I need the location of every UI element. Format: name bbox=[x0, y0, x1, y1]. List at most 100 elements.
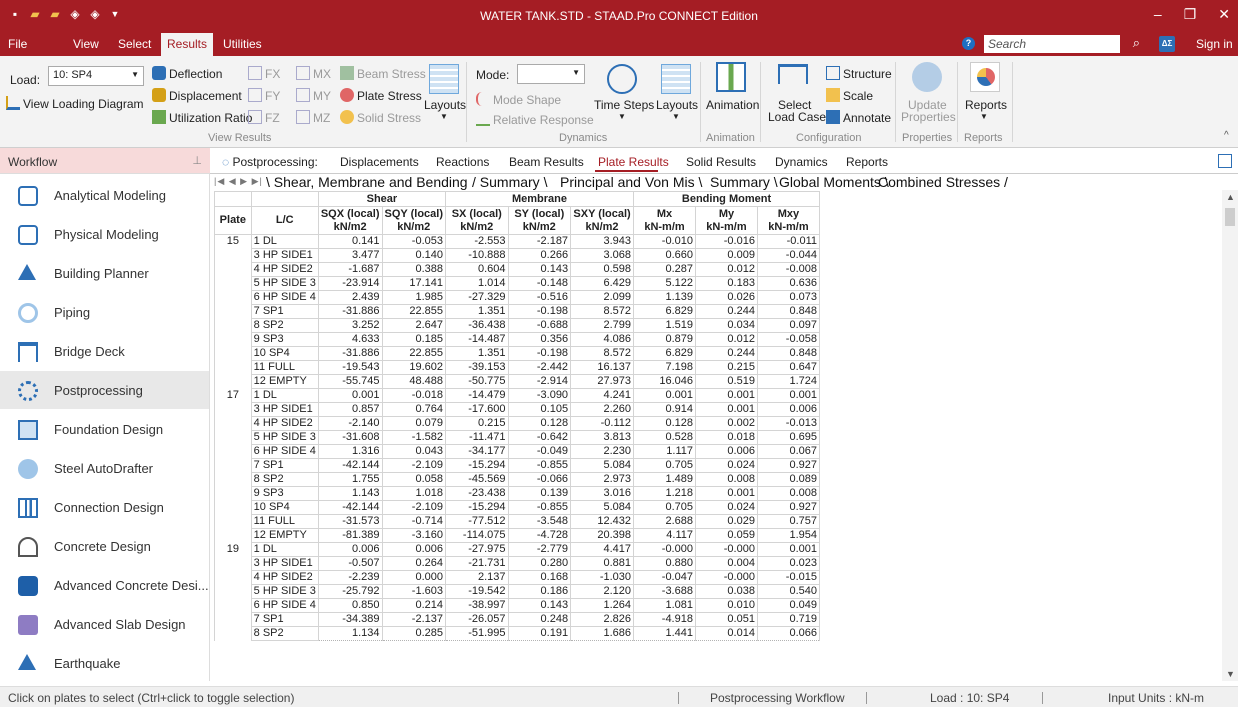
search-icon[interactable]: ⌕ bbox=[1133, 35, 1140, 51]
cell-value[interactable]: 0.168 bbox=[507, 570, 572, 585]
cell-plate[interactable] bbox=[214, 472, 252, 487]
cell-value[interactable]: 2.973 bbox=[570, 472, 635, 487]
cell-value[interactable]: 20.398 bbox=[570, 528, 635, 543]
tab-reactions[interactable]: Reactions bbox=[436, 155, 489, 169]
cell-plate[interactable] bbox=[214, 500, 252, 515]
cell-value[interactable]: -42.144 bbox=[317, 500, 383, 515]
pin-icon[interactable]: ⊥ bbox=[192, 154, 202, 167]
cell-value[interactable]: 0.000 bbox=[381, 570, 447, 585]
cell-value[interactable]: 0.528 bbox=[633, 430, 696, 445]
cell-value[interactable]: -0.855 bbox=[507, 500, 572, 515]
tab-dynamics[interactable]: Dynamics bbox=[775, 155, 828, 169]
cell-load-case[interactable]: 10 SP4 bbox=[250, 346, 319, 361]
cell-value[interactable]: -34.389 bbox=[317, 612, 383, 627]
cell-load-case[interactable]: 7 SP1 bbox=[250, 304, 319, 319]
table-row[interactable]: 15 1 DL 0.141 -0.053 -2.553 -2.187 3.943 -0.010… bbox=[214, 234, 821, 249]
cell-value[interactable]: 0.705 bbox=[633, 500, 696, 515]
search-input[interactable]: Search ⌕ bbox=[984, 35, 1140, 53]
cell-plate[interactable] bbox=[214, 402, 252, 417]
table-row[interactable]: 10 SP4 -42.144 -2.109 -15.294 -0.855 5.084 0.7… bbox=[214, 500, 821, 515]
cell-value[interactable]: 12.432 bbox=[570, 514, 635, 529]
cell-value[interactable]: 0.880 bbox=[633, 556, 696, 571]
cell-value[interactable]: 0.067 bbox=[756, 444, 821, 459]
cell-value[interactable]: 1.755 bbox=[317, 472, 383, 487]
cell-value[interactable]: 16.137 bbox=[570, 360, 635, 375]
cell-value[interactable]: -45.569 bbox=[445, 472, 509, 487]
table-row[interactable]: 4 HP SIDE2 -2.140 0.079 0.215 0.128 -0.112 0.1… bbox=[214, 416, 821, 431]
cell-value[interactable]: -4.918 bbox=[633, 612, 696, 627]
table-row[interactable]: 7 SP1 -34.389 -2.137 -26.057 0.248 2.826 -4.91… bbox=[214, 612, 821, 627]
view-loading-diagram-button[interactable]: View Loading Diagram bbox=[6, 96, 144, 111]
cell-value[interactable]: 0.128 bbox=[507, 416, 572, 431]
cell-plate[interactable] bbox=[214, 318, 252, 333]
cell-value[interactable]: 1.519 bbox=[633, 318, 696, 333]
cell-value[interactable]: -11.471 bbox=[445, 430, 509, 445]
cell-value[interactable]: -27.975 bbox=[445, 542, 509, 557]
reports-icon[interactable] bbox=[970, 62, 1000, 92]
cell-value[interactable]: 0.006 bbox=[381, 542, 447, 557]
update-properties-icon[interactable] bbox=[912, 62, 942, 92]
cell-value[interactable]: 0.248 bbox=[507, 612, 572, 627]
cell-value[interactable]: -25.792 bbox=[317, 584, 383, 599]
cell-load-case[interactable]: 12 EMPTY bbox=[250, 528, 319, 543]
load-combo[interactable]: 10: SP4 ▼ bbox=[48, 66, 144, 86]
cell-value[interactable]: -3.090 bbox=[507, 388, 572, 403]
cell-plate[interactable] bbox=[214, 458, 252, 473]
cell-value[interactable]: -2.109 bbox=[381, 458, 447, 473]
layouts-dropdown-icon[interactable]: ▼ bbox=[440, 112, 448, 121]
cell-value[interactable]: -1.687 bbox=[317, 262, 383, 277]
cell-value[interactable]: 0.002 bbox=[694, 416, 758, 431]
cell-value[interactable]: 3.813 bbox=[570, 430, 635, 445]
cell-value[interactable]: 0.857 bbox=[317, 402, 383, 417]
cell-value[interactable]: -0.000 bbox=[694, 542, 758, 557]
cell-value[interactable]: -2.553 bbox=[445, 234, 509, 249]
table-row[interactable]: 3 HP SIDE1 -0.507 0.264 -21.731 0.280 0.881 0.… bbox=[214, 556, 821, 571]
sheet-nav-arrows-icon[interactable]: |◀ ◀ ▶ ▶| bbox=[214, 176, 263, 187]
mode-combo[interactable]: ▼ bbox=[517, 64, 585, 84]
workflow-item-bridge-deck[interactable]: Bridge Deck bbox=[0, 332, 209, 370]
sheet-tab-summary[interactable]: / Summary \ bbox=[472, 174, 547, 190]
cell-value[interactable]: -1.603 bbox=[381, 584, 447, 599]
cell-value[interactable]: -3.548 bbox=[507, 514, 572, 529]
cell-load-case[interactable]: 11 FULL bbox=[250, 514, 319, 529]
cell-value[interactable]: 0.058 bbox=[381, 472, 447, 487]
cell-plate[interactable]: 19 bbox=[214, 542, 252, 557]
tab-select[interactable]: Select bbox=[118, 37, 151, 51]
cell-plate[interactable] bbox=[214, 290, 252, 305]
table-row[interactable]: 11 FULL -31.573 -0.714 -77.512 -3.548 12.432 2… bbox=[214, 514, 821, 529]
cell-value[interactable]: 0.848 bbox=[756, 346, 821, 361]
cell-value[interactable]: 1.441 bbox=[633, 626, 696, 641]
cell-value[interactable]: -4.728 bbox=[507, 528, 572, 543]
cell-value[interactable]: -51.995 bbox=[445, 626, 509, 641]
scroll-up-icon[interactable]: ▲ bbox=[1226, 192, 1235, 202]
cell-value[interactable]: -0.011 bbox=[756, 234, 821, 249]
cell-value[interactable]: 0.540 bbox=[756, 584, 821, 599]
solid-stress-button[interactable]: Solid Stress bbox=[340, 110, 421, 125]
cell-value[interactable]: 8.572 bbox=[570, 304, 635, 319]
cell-value[interactable]: 17.141 bbox=[381, 276, 447, 291]
cell-value[interactable]: 4.633 bbox=[317, 332, 383, 347]
cell-value[interactable]: -0.049 bbox=[507, 444, 572, 459]
cell-value[interactable]: 0.695 bbox=[756, 430, 821, 445]
cell-value[interactable]: 0.140 bbox=[381, 248, 447, 263]
cell-value[interactable]: 0.848 bbox=[756, 304, 821, 319]
cell-value[interactable]: 0.764 bbox=[381, 402, 447, 417]
table-row[interactable]: 7 SP1 -31.886 22.855 1.351 -0.198 8.572 6.829 0… bbox=[214, 304, 821, 319]
cell-plate[interactable]: 17 bbox=[214, 388, 252, 403]
cell-value[interactable]: 0.023 bbox=[756, 556, 821, 571]
cell-value[interactable]: 27.973 bbox=[570, 374, 635, 389]
cell-value[interactable]: -0.507 bbox=[317, 556, 383, 571]
table-row[interactable]: 6 HP SIDE 4 2.439 1.985 -27.329 -0.516 2.099 1… bbox=[214, 290, 821, 305]
cell-value[interactable]: 0.927 bbox=[756, 500, 821, 515]
cell-value[interactable]: 0.105 bbox=[507, 402, 572, 417]
tab-displacements[interactable]: Displacements bbox=[340, 155, 419, 169]
time-steps-dropdown-icon[interactable]: ▼ bbox=[618, 112, 626, 121]
cell-value[interactable]: 1.985 bbox=[381, 290, 447, 305]
cell-value[interactable]: 1.134 bbox=[317, 626, 383, 641]
cell-value[interactable]: 0.139 bbox=[507, 486, 572, 501]
cell-value[interactable]: -2.442 bbox=[507, 360, 572, 375]
cell-value[interactable]: 0.757 bbox=[756, 514, 821, 529]
cell-value[interactable]: -0.198 bbox=[507, 304, 572, 319]
table-row[interactable]: 4 HP SIDE2 -1.687 0.388 0.604 0.143 0.598 0.28… bbox=[214, 262, 821, 277]
cell-value[interactable]: 1.954 bbox=[756, 528, 821, 543]
